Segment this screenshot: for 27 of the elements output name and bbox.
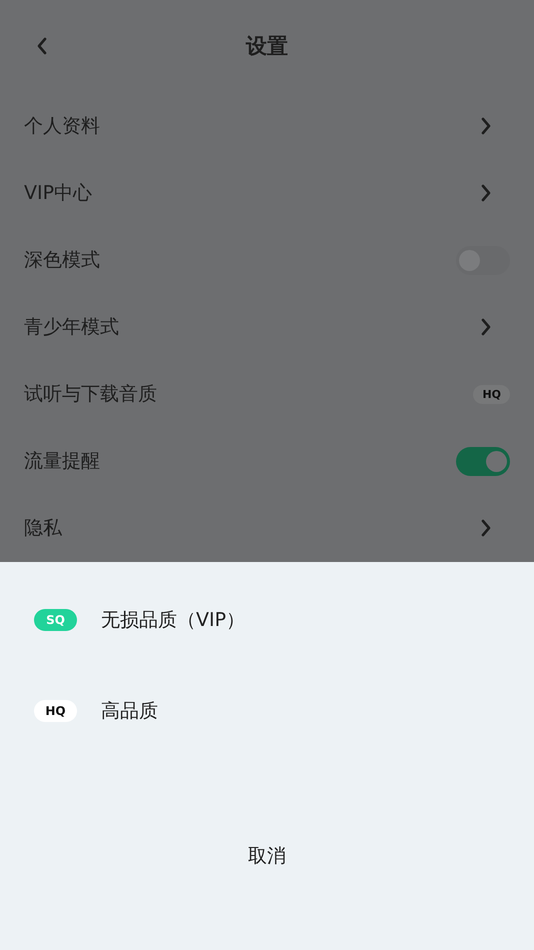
settings-row[interactable]: 青少年模式 (0, 294, 534, 361)
cancel-button[interactable]: 取消 (240, 839, 294, 873)
back-icon[interactable] (36, 37, 48, 56)
row-label: VIP中心 (24, 180, 92, 206)
row-label: 个人资料 (24, 114, 100, 139)
option-label[interactable]: 高品质 (101, 698, 158, 724)
chevron-right-icon (480, 518, 492, 538)
settings-row[interactable]: 个人资料 (0, 92, 534, 160)
settings-row[interactable]: 试听与下载音质 HQ (0, 360, 534, 428)
row-label: 隐私 (24, 516, 62, 542)
quality-badge: HQ (34, 700, 77, 722)
settings-row[interactable]: 隐私 (0, 494, 534, 562)
row-label: 深色模式 (24, 248, 100, 274)
chevron-right-icon (480, 116, 492, 136)
row-label: 试听与下载音质 (24, 382, 157, 408)
row-label: 流量提醒 (24, 449, 100, 474)
page-title: 设置 (244, 33, 289, 60)
toggle-switch[interactable] (456, 446, 510, 476)
settings-row[interactable]: 流量提醒 (0, 428, 534, 495)
quality-badge: SQ (34, 608, 77, 630)
chevron-right-icon (480, 182, 492, 203)
quality-badge: HQ (473, 384, 510, 404)
settings-row[interactable]: VIP中心 (0, 159, 534, 227)
settings-row[interactable]: 深色模式 (0, 226, 534, 294)
row-label: 青少年模式 (24, 315, 119, 340)
option-label[interactable]: 无损品质（VIP） (101, 606, 246, 632)
chevron-right-icon (480, 317, 492, 338)
